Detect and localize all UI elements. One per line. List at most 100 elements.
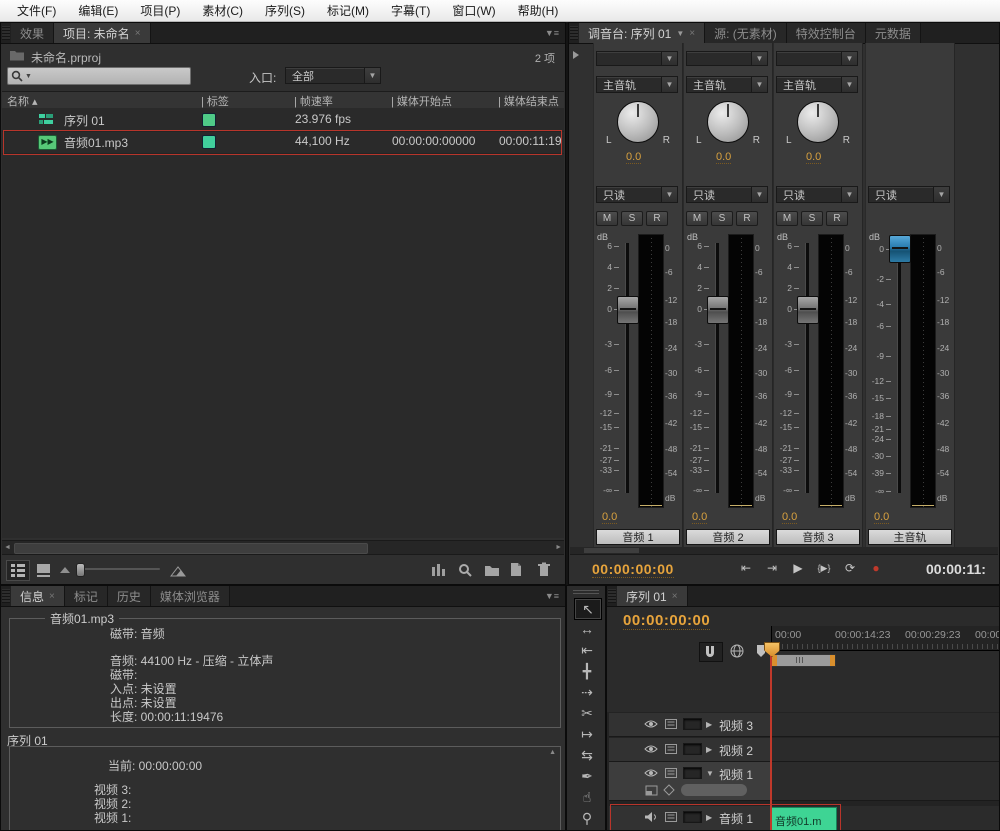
sync-lock-icon[interactable] — [664, 718, 678, 730]
track-expand-toggle[interactable]: ▶ — [706, 745, 712, 754]
panel-menu-icon[interactable]: ▼≡ — [539, 23, 565, 43]
mixer-timecode[interactable]: 00:00:00:00 — [592, 561, 674, 578]
panel-grip[interactable] — [2, 589, 10, 603]
close-icon[interactable]: × — [49, 591, 55, 602]
work-area-start-handle[interactable] — [772, 655, 777, 666]
effect-slot-dropdown[interactable]: ▼ — [776, 51, 858, 66]
selection-tool[interactable]: ↖ — [574, 598, 602, 620]
sort-ascending-icon[interactable] — [58, 564, 72, 576]
work-area-grip[interactable] — [796, 657, 805, 663]
track-expand-toggle[interactable]: ▶ — [706, 720, 712, 729]
new-bin-icon[interactable] — [484, 563, 500, 577]
record-enable-button[interactable]: R — [736, 211, 758, 226]
clear-icon[interactable] — [536, 562, 552, 577]
horizontal-scrollbar[interactable]: ◄► — [2, 540, 564, 554]
volume-fader-track[interactable] — [715, 243, 719, 493]
track-lock-toggle[interactable] — [683, 767, 702, 779]
sync-lock-icon[interactable] — [664, 767, 678, 779]
panel-menu-icon[interactable]: ▼≡ — [539, 586, 565, 606]
close-icon[interactable]: × — [672, 591, 678, 602]
pan-value[interactable]: 0.0 — [716, 151, 731, 164]
column-header-3[interactable]: | 帧速率 — [294, 93, 333, 109]
project-tab-2[interactable]: 项目: 未命名× — [54, 23, 151, 43]
loop-button[interactable]: ⟳ — [840, 560, 860, 576]
chevron-down-icon[interactable]: ▼ — [751, 187, 767, 202]
scroll-up-arrow[interactable]: ▲ — [549, 749, 556, 756]
volume-fader-handle[interactable] — [617, 296, 639, 324]
column-header-1[interactable]: 名称 ▴ — [7, 93, 38, 109]
pan-value[interactable]: 0.0 — [626, 151, 641, 164]
track-select-tool[interactable]: ↔ — [574, 619, 600, 639]
solo-button[interactable]: S — [621, 211, 643, 226]
label-chip[interactable] — [202, 113, 216, 127]
volume-fader-handle[interactable] — [797, 296, 819, 324]
automate-to-sequence-icon[interactable] — [431, 563, 446, 577]
mixer-tab-1[interactable]: 调音台: 序列 01▼× — [579, 23, 705, 43]
record-enable-button[interactable]: R — [826, 211, 848, 226]
go-to-in-button[interactable]: ⇤ — [736, 560, 756, 576]
track-lock-toggle[interactable] — [683, 743, 702, 755]
track-lock-toggle[interactable] — [683, 718, 702, 730]
chevron-down-icon[interactable]: ▼ — [661, 77, 677, 92]
chevron-down-icon[interactable]: ▼ — [841, 52, 857, 65]
filter-dropdown[interactable]: 全部▼ — [285, 67, 381, 84]
mixer-tab-2[interactable]: 源: (无素材) — [705, 23, 787, 43]
info-tab-1[interactable]: 信息× — [11, 586, 65, 606]
work-area-end-handle[interactable] — [830, 655, 835, 666]
timeline-video-track-header[interactable]: ▶视频 2 — [609, 738, 771, 762]
scrollbar-left-arrow[interactable]: ◄ — [4, 544, 11, 551]
razor-tool[interactable]: ✂ — [574, 703, 600, 723]
pan-knob[interactable] — [797, 101, 839, 143]
menu-item-9[interactable]: 帮助(H) — [507, 2, 570, 19]
zoom-large-icon[interactable] — [170, 563, 186, 577]
volume-value[interactable]: 0.0 — [782, 511, 797, 524]
panel-grip[interactable] — [2, 26, 10, 40]
zoom-slider[interactable] — [80, 568, 160, 570]
chevron-down-icon[interactable]: ▼ — [661, 187, 677, 202]
keyframe-nav-pill[interactable] — [681, 784, 747, 796]
info-tab-2[interactable]: 标记 — [65, 586, 108, 606]
column-header-2[interactable]: | 标签 — [201, 93, 229, 109]
timeline-video-track-header[interactable]: ▶视频 3 — [609, 713, 771, 737]
mixer-scrollbar-thumb[interactable] — [584, 548, 639, 553]
tools-grip[interactable] — [573, 589, 599, 594]
encore-chapter-marker-icon[interactable] — [729, 642, 747, 660]
automation-dropdown[interactable]: 只读▼ — [868, 186, 950, 203]
column-header-4[interactable]: | 媒体开始点 — [391, 93, 452, 109]
time-ruler[interactable]: 00:0000:00:14:2300:00:29:2300:00:4 — [771, 626, 999, 651]
volume-fader-track[interactable] — [897, 243, 901, 493]
search-input[interactable]: ▼ — [7, 67, 191, 85]
show-keyframes-icon[interactable] — [663, 784, 675, 796]
slip-tool[interactable]: ↦ — [574, 724, 600, 744]
effect-slot-dropdown[interactable]: ▼ — [596, 51, 678, 66]
audio-clip[interactable]: 音频01.m — [771, 807, 837, 831]
play-button[interactable]: ▶ — [788, 560, 808, 576]
volume-fader-handle[interactable] — [707, 296, 729, 324]
automation-dropdown[interactable]: 只读▼ — [776, 186, 858, 203]
zoom-slider-handle[interactable] — [76, 563, 85, 577]
info-tab-4[interactable]: 媒体浏览器 — [151, 586, 230, 606]
volume-value[interactable]: 0.0 — [692, 511, 707, 524]
search-filter-arrow[interactable]: ▼ — [25, 73, 32, 80]
track-lock-toggle[interactable] — [683, 811, 702, 823]
automation-dropdown[interactable]: 只读▼ — [596, 186, 678, 203]
volume-fader-handle[interactable] — [889, 235, 911, 263]
track-expand-toggle[interactable]: ▼ — [706, 769, 714, 778]
list-view-icon[interactable] — [6, 560, 30, 581]
chevron-down-icon[interactable]: ▼ — [841, 77, 857, 92]
solo-button[interactable]: S — [801, 211, 823, 226]
sync-lock-icon[interactable] — [664, 811, 678, 823]
record-button[interactable]: ● — [866, 560, 886, 576]
scrollbar-right-arrow[interactable]: ► — [555, 544, 562, 551]
mute-button[interactable]: M — [596, 211, 618, 226]
chevron-down-icon[interactable]: ▼ — [751, 77, 767, 92]
chevron-down-icon[interactable]: ▼ — [751, 52, 767, 65]
timeline-audio-track-header[interactable]: ▶音频 1 — [609, 806, 771, 831]
ripple-edit-tool[interactable]: ⇤ — [574, 640, 600, 660]
close-icon[interactable]: × — [135, 28, 141, 39]
zoom-tool[interactable]: ⚲ — [574, 808, 600, 828]
toggle-track-output-icon[interactable] — [644, 719, 658, 729]
mute-button[interactable]: M — [776, 211, 798, 226]
volume-fader-track[interactable] — [625, 243, 629, 493]
pan-knob[interactable] — [617, 101, 659, 143]
